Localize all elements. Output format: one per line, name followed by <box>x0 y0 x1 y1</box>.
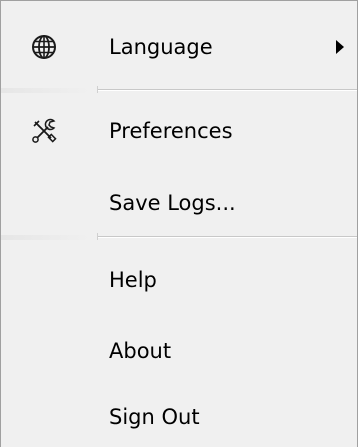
menu-item-label: About <box>109 339 172 363</box>
menu-item-label: Language <box>109 35 213 59</box>
menu-separator <box>1 86 357 94</box>
menu-item-language[interactable]: Language <box>1 17 357 77</box>
menu-item-label: Sign Out <box>109 405 200 429</box>
menu-item-help[interactable]: Help <box>1 250 357 310</box>
menu-item-save-logs[interactable]: Save Logs... <box>1 173 357 233</box>
menu-item-about[interactable]: About <box>1 321 357 381</box>
globe-icon <box>27 30 61 64</box>
menu-item-label: Save Logs... <box>109 191 236 215</box>
tools-icon <box>27 114 61 148</box>
menu-separator <box>1 233 357 241</box>
context-menu: Language Preferences Save Logs... Help A… <box>0 0 358 447</box>
menu-item-sign-out[interactable]: Sign Out <box>1 387 357 447</box>
menu-item-label: Preferences <box>109 119 233 143</box>
menu-item-preferences[interactable]: Preferences <box>1 101 357 161</box>
submenu-arrow-icon <box>336 40 344 54</box>
menu-item-label: Help <box>109 268 157 292</box>
